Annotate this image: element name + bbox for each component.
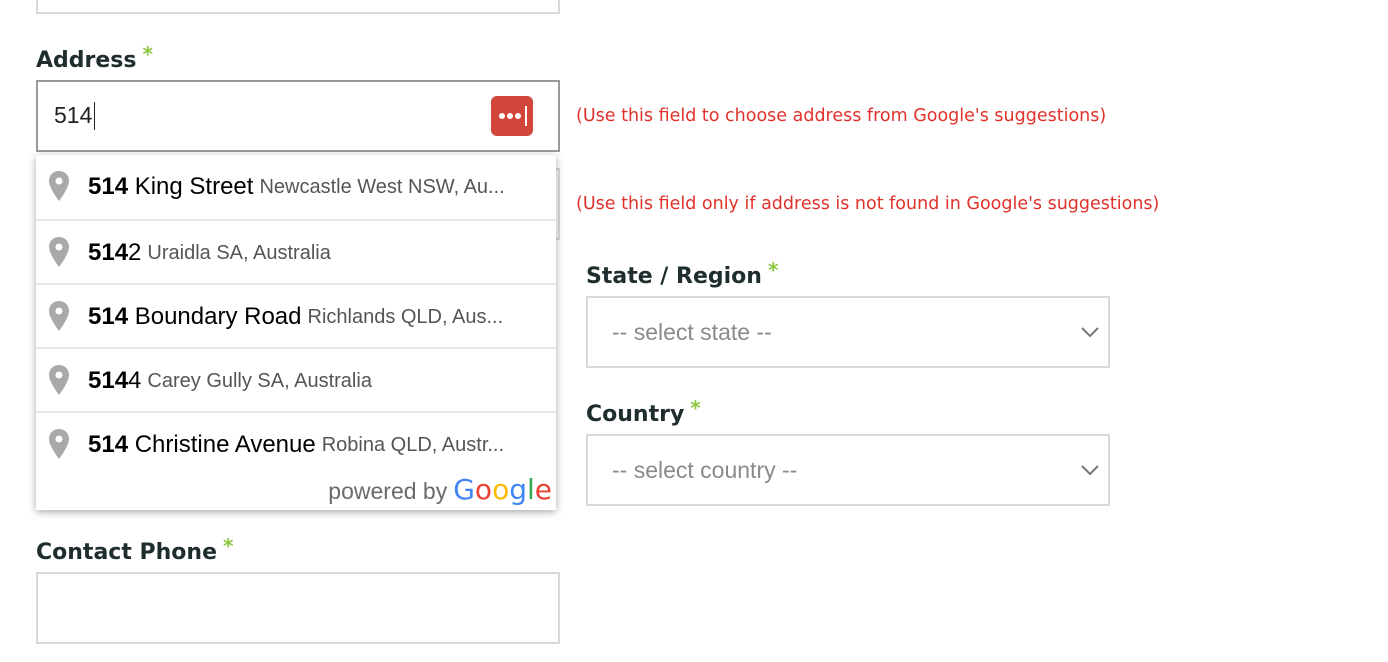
google-logo-letter: o [492, 473, 510, 506]
google-logo-letter: e [534, 473, 552, 506]
state-select[interactable]: -- select state -- [586, 296, 1110, 368]
suggestion-main: Christine Avenue [128, 431, 316, 458]
suggestion-secondary: Newcastle West NSW, Au... [259, 175, 505, 198]
suggestion-item[interactable]: 514 Boundary Road Richlands QLD, Aus... [36, 283, 556, 347]
suggestion-secondary: Carey Gully SA, Australia [147, 369, 372, 392]
chevron-down-icon [1081, 465, 1099, 476]
password-manager-button[interactable] [491, 96, 533, 136]
text-cursor [94, 102, 95, 130]
address-input[interactable]: 514 [36, 80, 560, 152]
required-mark: * [690, 396, 701, 420]
suggestion-item[interactable]: 514 4 Carey Gully SA, Australia [36, 347, 556, 411]
map-pin-icon [49, 171, 69, 201]
suggestion-match: 514 [88, 303, 129, 330]
required-mark: * [767, 258, 779, 282]
contact-phone-input[interactable] [36, 572, 560, 644]
suggestion-match: 514 [88, 239, 129, 266]
google-logo-letter: g [509, 473, 527, 506]
suggestion-secondary: Uraidla SA, Australia [147, 241, 331, 264]
map-pin-icon [49, 237, 69, 267]
manual-address-hint: (Use this field only if address is not f… [576, 194, 1160, 214]
country-label: Country * [586, 396, 701, 427]
address-hint: (Use this field to choose address from G… [576, 106, 1107, 126]
address-input-value: 514 [54, 102, 93, 128]
previous-field-input[interactable] [36, 0, 560, 14]
suggestion-main: King Street [128, 173, 254, 200]
suggestion-item[interactable]: 514 King Street Newcastle West NSW, Au... [36, 155, 556, 219]
map-pin-icon [49, 429, 69, 459]
suggestion-match: 514 [88, 431, 129, 458]
chevron-down-icon [1081, 327, 1099, 338]
country-select-value: -- select country -- [612, 456, 798, 483]
address-label-text: Address [36, 48, 137, 73]
suggestion-main: Boundary Road [128, 303, 302, 330]
required-mark: * [222, 534, 234, 558]
suggestion-main: 2 [128, 239, 142, 266]
suggestion-match: 514 [88, 173, 129, 200]
map-pin-icon [49, 365, 69, 395]
autocomplete-dropdown: 514 King Street Newcastle West NSW, Au...… [36, 155, 556, 510]
country-label-text: Country [586, 402, 685, 427]
powered-by-text: powered by [328, 478, 448, 504]
state-label-text: State / Region [586, 264, 762, 289]
map-pin-icon [49, 301, 69, 331]
country-select[interactable]: -- select country -- [586, 434, 1110, 506]
suggestion-match: 514 [88, 367, 129, 394]
suggestion-item[interactable]: 514 2 Uraidla SA, Australia [36, 219, 556, 283]
google-logo-letter: l [526, 473, 535, 506]
powered-by-google: powered by Google [328, 473, 552, 506]
suggestion-item[interactable]: 514 Christine Avenue Robina QLD, Austr... [36, 411, 556, 475]
google-logo: Google [453, 473, 552, 506]
google-logo-letter: G [453, 473, 475, 506]
state-select-value: -- select state -- [612, 318, 772, 345]
required-mark: * [142, 42, 153, 66]
contact-phone-label-text: Contact Phone [36, 540, 217, 565]
google-logo-letter: o [474, 473, 493, 506]
suggestion-secondary: Richlands QLD, Aus... [307, 305, 504, 328]
contact-phone-label: Contact Phone * [36, 534, 233, 565]
address-label: Address * [36, 42, 153, 73]
dots-icon [499, 106, 527, 126]
state-label: State / Region * [586, 258, 778, 289]
suggestion-secondary: Robina QLD, Austr... [321, 433, 505, 456]
suggestion-main: 4 [128, 367, 142, 394]
